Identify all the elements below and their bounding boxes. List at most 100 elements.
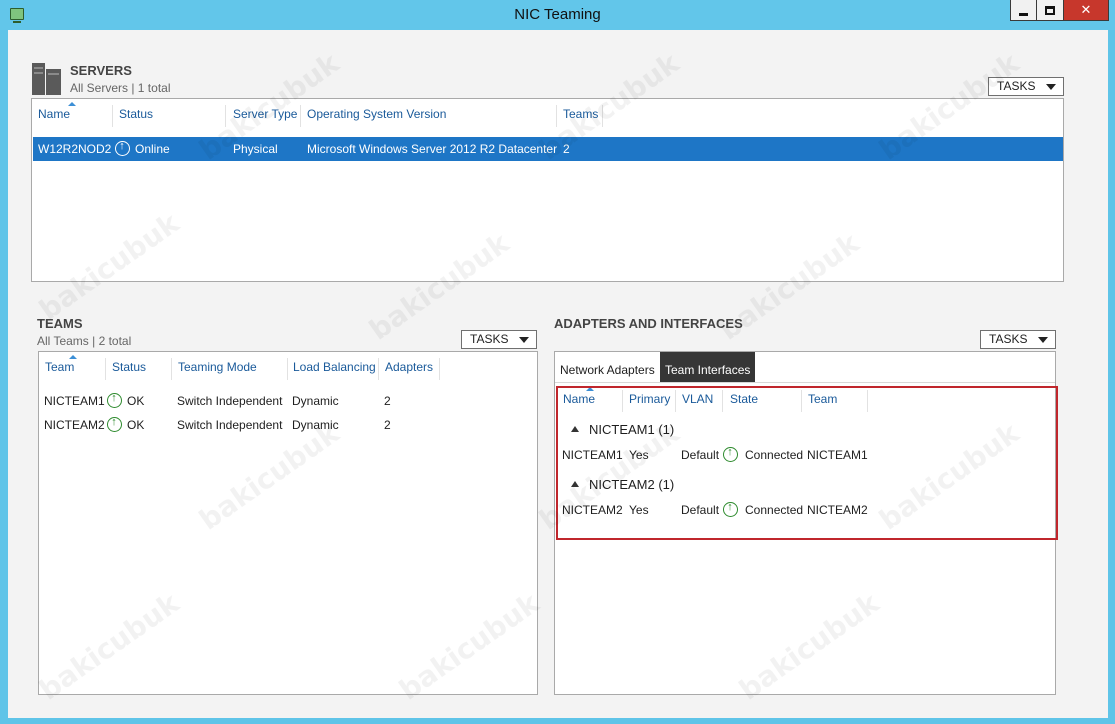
collapse-triangle-icon[interactable] xyxy=(571,481,579,487)
team-status: OK xyxy=(127,418,145,432)
column-header-server-type[interactable]: Server Type xyxy=(233,107,297,121)
table-row[interactable]: NICTEAM2 Yes Default Connected NICTEAM2 xyxy=(555,497,1055,521)
server-name: W12R2NOD2 xyxy=(38,142,112,156)
team-name: NICTEAM1 xyxy=(44,394,105,408)
teams-tasks-label: TASKS xyxy=(470,332,509,346)
status-up-icon xyxy=(723,501,738,517)
column-header-teaming-mode[interactable]: Teaming Mode xyxy=(178,360,257,374)
adapters-panel: Network Adapters Team Interfaces Name Pr… xyxy=(554,351,1056,695)
column-header-status[interactable]: Status xyxy=(119,107,153,121)
team-interfaces-list: Name Primary VLAN State Team NICTEAM1 (1… xyxy=(555,384,1055,694)
column-separator xyxy=(378,358,379,380)
interface-team: NICTEAM1 xyxy=(807,448,868,462)
table-row[interactable]: NICTEAM1 OK Switch Independent Dynamic 2 xyxy=(39,390,537,412)
interface-primary: Yes xyxy=(629,448,649,462)
status-up-icon xyxy=(115,140,130,156)
interface-vlan: Default xyxy=(681,503,720,517)
team-status: OK xyxy=(127,394,145,408)
column-separator xyxy=(801,390,802,412)
servers-icon xyxy=(32,63,61,95)
team-load-balancing: Dynamic xyxy=(292,418,339,432)
status-up-icon xyxy=(107,392,122,408)
servers-tasks-label: TASKS xyxy=(997,79,1036,93)
group-header[interactable]: NICTEAM1 (1) xyxy=(589,422,674,437)
team-mode: Switch Independent xyxy=(177,418,283,432)
status-up-icon xyxy=(723,446,738,462)
client-area: SERVERS All Servers | 1 total TASKS Name… xyxy=(8,30,1108,718)
team-name: NICTEAM2 xyxy=(44,418,105,432)
window-title: NIC Teaming xyxy=(514,6,601,23)
dropdown-caret-icon xyxy=(1046,84,1056,90)
column-separator xyxy=(171,358,172,380)
close-icon: ✕ xyxy=(1080,2,1092,17)
table-row-selected[interactable]: W12R2NOD2 Online Physical Microsoft Wind… xyxy=(33,137,1063,161)
adapters-tasks-button[interactable]: TASKS xyxy=(980,330,1056,349)
minimize-icon xyxy=(1019,12,1028,16)
server-os: Microsoft Windows Server 2012 R2 Datacen… xyxy=(307,142,558,156)
server-type: Physical xyxy=(233,142,278,156)
minimize-button[interactable] xyxy=(1010,0,1037,21)
column-header-os-version[interactable]: Operating System Version xyxy=(307,107,446,121)
team-load-balancing: Dynamic xyxy=(292,394,339,408)
tab-team-interfaces[interactable]: Team Interfaces xyxy=(660,352,756,382)
title-bar: NIC Teaming ✕ xyxy=(0,0,1115,30)
column-separator xyxy=(225,105,226,127)
teams-subtitle: All Teams | 2 total xyxy=(37,334,132,348)
teams-title: TEAMS xyxy=(37,316,83,331)
column-header-status[interactable]: Status xyxy=(112,360,146,374)
column-header-team[interactable]: Team xyxy=(45,360,74,374)
server-status: Online xyxy=(135,142,170,156)
sort-arrow-icon xyxy=(68,102,76,106)
sort-arrow-icon xyxy=(69,355,77,359)
table-row[interactable]: NICTEAM1 Yes Default Connected NICTEAM1 xyxy=(555,442,1055,466)
column-separator xyxy=(556,105,557,127)
teams-panel: Team Status Teaming Mode Load Balancing … xyxy=(38,351,538,695)
teams-tasks-button[interactable]: TASKS xyxy=(461,330,537,349)
column-header-load-balancing[interactable]: Load Balancing xyxy=(293,360,376,374)
column-separator xyxy=(867,390,868,412)
team-mode: Switch Independent xyxy=(177,394,283,408)
column-separator xyxy=(722,390,723,412)
interface-state: Connected xyxy=(745,503,804,517)
column-separator xyxy=(439,358,440,380)
status-up-icon xyxy=(107,416,122,432)
team-adapters: 2 xyxy=(384,418,391,432)
column-separator xyxy=(112,105,113,127)
tab-bar-divider xyxy=(555,382,1055,383)
dropdown-caret-icon xyxy=(519,337,529,343)
servers-subtitle: All Servers | 1 total xyxy=(70,81,171,95)
server-teams: 2 xyxy=(563,142,570,156)
column-header-team[interactable]: Team xyxy=(808,392,837,406)
close-button[interactable]: ✕ xyxy=(1064,0,1109,21)
maximize-icon xyxy=(1045,5,1055,15)
column-header-name[interactable]: Name xyxy=(563,392,595,406)
collapse-triangle-icon[interactable] xyxy=(571,426,579,432)
column-separator xyxy=(622,390,623,412)
interface-name: NICTEAM2 xyxy=(562,503,623,517)
column-header-primary[interactable]: Primary xyxy=(629,392,670,406)
column-separator xyxy=(602,105,603,127)
interface-name: NICTEAM1 xyxy=(562,448,623,462)
interface-vlan: Default xyxy=(681,448,720,462)
maximize-button[interactable] xyxy=(1037,0,1064,21)
servers-title: SERVERS xyxy=(70,63,132,78)
adapters-title: ADAPTERS AND INTERFACES xyxy=(554,316,743,331)
column-header-teams[interactable]: Teams xyxy=(563,107,598,121)
column-separator xyxy=(105,358,106,380)
column-separator xyxy=(287,358,288,380)
interface-team: NICTEAM2 xyxy=(807,503,868,517)
servers-tasks-button[interactable]: TASKS xyxy=(988,77,1064,96)
column-header-adapters[interactable]: Adapters xyxy=(385,360,433,374)
column-header-vlan[interactable]: VLAN xyxy=(682,392,713,406)
servers-panel: Name Status Server Type Operating System… xyxy=(31,98,1064,282)
group-header[interactable]: NICTEAM2 (1) xyxy=(589,477,674,492)
dropdown-caret-icon xyxy=(1038,337,1048,343)
column-header-state[interactable]: State xyxy=(730,392,758,406)
column-separator xyxy=(675,390,676,412)
column-separator xyxy=(300,105,301,127)
table-row[interactable]: NICTEAM2 OK Switch Independent Dynamic 2 xyxy=(39,414,537,436)
tab-network-adapters[interactable]: Network Adapters xyxy=(555,352,660,382)
team-adapters: 2 xyxy=(384,394,391,408)
adapters-tasks-label: TASKS xyxy=(989,332,1028,346)
column-header-name[interactable]: Name xyxy=(38,107,70,121)
